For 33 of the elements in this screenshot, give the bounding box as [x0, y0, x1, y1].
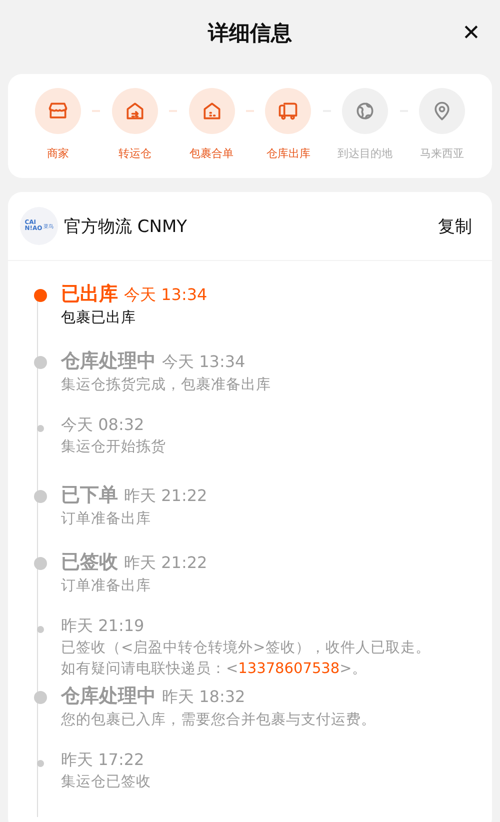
event-description: 集运仓拣货完成，包裹准备出库: [61, 376, 272, 395]
event-description: 订单准备出库: [61, 577, 152, 596]
copy-button[interactable]: 复制: [438, 214, 480, 238]
event-time: 昨天 17:22: [61, 750, 144, 771]
event-time: 今天 13:34: [124, 285, 208, 306]
truck-icon: [277, 100, 300, 122]
step-label: 转运仓: [118, 146, 152, 161]
window-title: 详细信息: [208, 20, 292, 47]
event-status: 已下单: [61, 483, 118, 508]
event-description: 集运仓开始拣货: [61, 438, 167, 457]
event-description: 集运仓已签收: [61, 773, 152, 792]
close-button[interactable]: ✕: [462, 20, 480, 46]
step-label: 包裹合单: [190, 146, 234, 161]
event-description: 您的包裹已入库，需要您合并包裹与支付运费。: [61, 711, 377, 730]
event-status: 已出库: [61, 282, 118, 307]
event-time: 昨天 21:19: [61, 616, 144, 637]
step-label: 马来西亚: [420, 146, 464, 161]
event-time: 今天 08:32: [61, 415, 144, 436]
event-time: 昨天 21:22: [124, 486, 208, 507]
event-status: 已签收: [61, 550, 118, 575]
step-label: 仓库出库: [266, 146, 310, 161]
event-description: 订单准备出库: [61, 510, 152, 529]
step-label: 商家: [47, 146, 69, 161]
event-description: 包裹已出库: [61, 309, 137, 328]
event-status: 仓库处理中: [61, 349, 156, 374]
event-time: 昨天 21:22: [124, 553, 208, 574]
event-status: 仓库处理中: [61, 684, 156, 709]
step-label: 到达目的地: [338, 146, 393, 161]
event-description: 已签收（<启盈中转仓转境外>签收），收件人已取走。: [61, 639, 432, 658]
tracking-number: 官方物流 CNMY: [64, 216, 188, 238]
event-time: 昨天 18:32: [162, 687, 246, 708]
contact-note: 如有疑问请电联快递员：<13378607538>。: [61, 660, 368, 679]
event-time: 今天 13:34: [162, 352, 246, 373]
